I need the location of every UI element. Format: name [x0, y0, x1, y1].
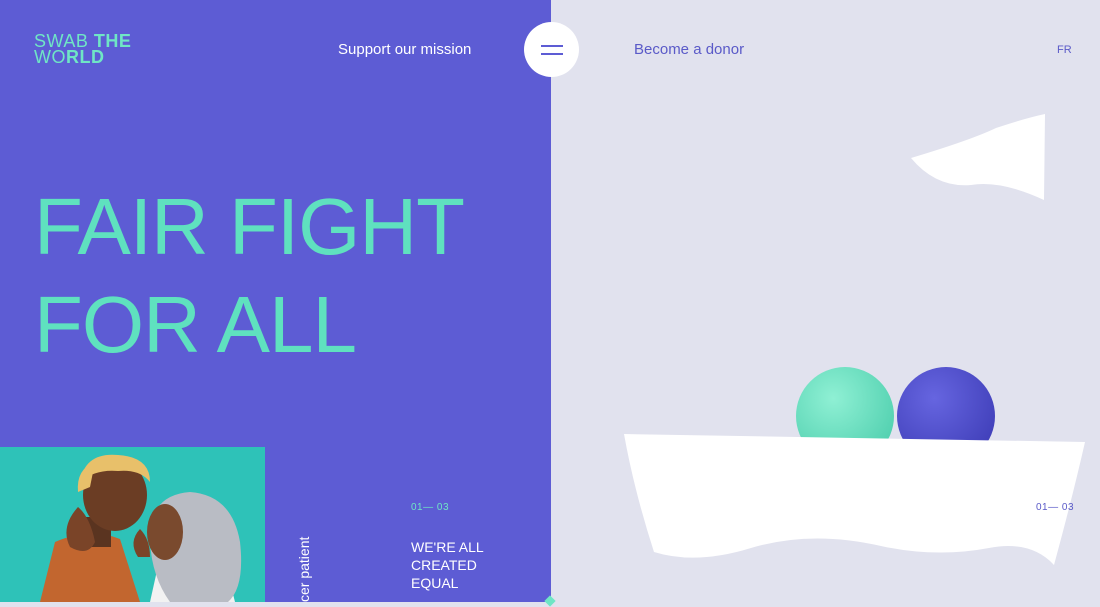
hero-headline: FAIR FIGHT FOR ALL	[34, 178, 465, 374]
hero-headline-line2: FOR ALL	[34, 280, 357, 369]
flag-shape	[911, 114, 1045, 200]
logo-text-wo: WO	[34, 47, 66, 67]
hero-photo	[0, 447, 265, 602]
subtitle-line1: WE'RE ALL	[411, 539, 484, 555]
hamburger-icon-line-bottom	[540, 52, 563, 55]
support-mission-link[interactable]: Support our mission	[338, 41, 471, 58]
logo[interactable]: SWAB THE WORLD	[34, 32, 131, 67]
vertical-caption: cer patient	[296, 536, 312, 602]
boat-illustration	[624, 114, 1085, 565]
hero-headline-line1: FAIR FIGHT	[34, 182, 465, 271]
slide-counter-right: 01— 03	[1036, 502, 1075, 513]
couple-photo-illustration	[40, 454, 242, 602]
bowl-shape	[624, 434, 1085, 565]
menu-button[interactable]	[524, 22, 579, 77]
slide-subtitle: WE'RE ALL CREATED EQUAL	[411, 538, 531, 592]
slide-counter-left: 01— 03	[411, 502, 450, 513]
subtitle-line3: EQUAL	[411, 575, 459, 591]
hamburger-icon-line-top	[540, 44, 563, 47]
subtitle-line2: CREATED	[411, 557, 477, 573]
logo-text-rld: RLD	[66, 47, 105, 67]
